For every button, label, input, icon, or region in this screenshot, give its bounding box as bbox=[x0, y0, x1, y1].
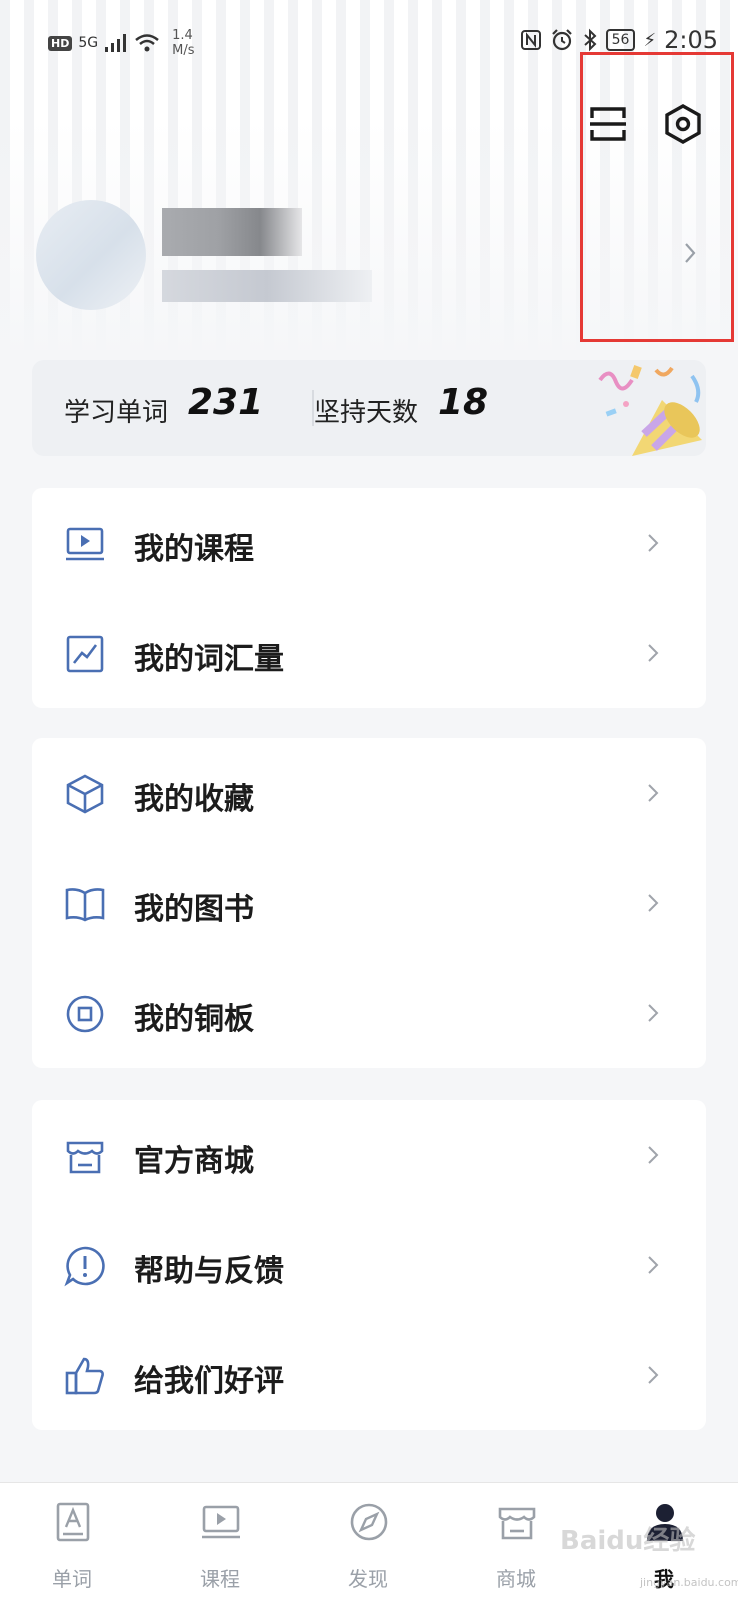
menu-item-my-favorites[interactable]: 我的收藏 bbox=[32, 738, 706, 848]
speed-unit: M/s bbox=[172, 43, 195, 58]
nav-label: 单词 bbox=[52, 1567, 92, 1591]
chevron-right-icon bbox=[648, 894, 659, 912]
menu-label: 我的课程 bbox=[134, 532, 254, 567]
charging-icon: ⚡ bbox=[643, 29, 657, 51]
watermark-text: Baidu经验 bbox=[560, 1526, 696, 1556]
menu-item-rate-us[interactable]: 给我们好评 bbox=[32, 1320, 706, 1430]
nav-label: 课程 bbox=[200, 1567, 240, 1591]
nav-tab-words[interactable]: 单词 bbox=[12, 1483, 132, 1600]
menu-label: 官方商城 bbox=[134, 1144, 254, 1179]
nav-label: 发现 bbox=[348, 1567, 388, 1591]
help-feedback-icon bbox=[64, 1246, 105, 1287]
nav-label: 商城 bbox=[496, 1567, 536, 1591]
network-speed: 1.4 M/s bbox=[172, 28, 194, 58]
network-label: 5G bbox=[78, 35, 99, 51]
menu-label: 我的收藏 bbox=[134, 782, 254, 817]
alarm-icon bbox=[551, 29, 572, 51]
menu-item-my-vocabulary[interactable]: 我的词汇量 bbox=[32, 598, 706, 708]
chart-trend-icon bbox=[66, 635, 104, 673]
menu-label: 我的铜板 bbox=[134, 1002, 254, 1037]
chevron-right-icon bbox=[648, 534, 659, 552]
battery-level: 56 bbox=[605, 29, 636, 51]
nav-tab-discover[interactable]: 发现 bbox=[308, 1483, 428, 1600]
menu-label: 我的词汇量 bbox=[134, 642, 284, 677]
party-popper-icon bbox=[598, 364, 702, 456]
store-icon bbox=[66, 1141, 104, 1174]
menu-card-collection: 我的收藏 我的图书 我的铜板 bbox=[32, 738, 706, 1068]
hd-badge: HD bbox=[48, 35, 73, 51]
words-learned-label: 学习单词 bbox=[64, 398, 169, 428]
video-lesson-icon bbox=[66, 527, 104, 561]
chevron-right-icon bbox=[648, 1146, 659, 1164]
menu-label: 给我们好评 bbox=[134, 1364, 284, 1399]
chevron-right-icon bbox=[648, 1256, 659, 1274]
store-icon bbox=[498, 1507, 536, 1540]
username-blurred bbox=[162, 208, 302, 256]
cell-signal-icon bbox=[105, 34, 127, 52]
profile-chevron-icon[interactable] bbox=[680, 238, 700, 268]
speed-value: 1.4 bbox=[172, 28, 193, 43]
menu-label: 帮助与反馈 bbox=[134, 1254, 284, 1289]
chevron-right-icon bbox=[648, 784, 659, 802]
annotation-highlight-box bbox=[580, 52, 734, 342]
menu-label: 我的图书 bbox=[134, 892, 254, 927]
chevron-right-icon bbox=[648, 1366, 659, 1384]
menu-item-official-store[interactable]: 官方商城 bbox=[32, 1100, 706, 1210]
avatar[interactable] bbox=[36, 200, 146, 310]
clock: 2:05 bbox=[664, 26, 718, 54]
chevron-right-icon bbox=[648, 1004, 659, 1022]
watermark-url: jingyan.baidu.com bbox=[640, 1576, 738, 1589]
compass-icon bbox=[350, 1503, 388, 1541]
nfc-icon bbox=[520, 30, 541, 50]
menu-item-my-courses[interactable]: 我的课程 bbox=[32, 488, 706, 598]
chevron-right-icon bbox=[648, 644, 659, 662]
menu-card-support: 官方商城 帮助与反馈 给我们好评 bbox=[32, 1100, 706, 1430]
book-icon bbox=[65, 888, 105, 922]
video-lesson-icon bbox=[202, 1505, 240, 1539]
thumbs-up-icon bbox=[65, 1357, 104, 1395]
user-subtitle-blurred bbox=[162, 270, 372, 302]
coin-icon bbox=[66, 995, 104, 1033]
word-card-icon bbox=[56, 1502, 90, 1542]
menu-item-my-books[interactable]: 我的图书 bbox=[32, 848, 706, 958]
nav-tab-courses[interactable]: 课程 bbox=[160, 1483, 280, 1600]
words-learned-value: 231 bbox=[188, 382, 264, 423]
menu-item-my-coins[interactable]: 我的铜板 bbox=[32, 958, 706, 1068]
streak-days-value: 18 bbox=[438, 382, 489, 423]
streak-days-label: 坚持天数 bbox=[314, 398, 419, 428]
bluetooth-icon bbox=[583, 28, 597, 52]
nav-tab-store[interactable]: 商城 bbox=[456, 1483, 576, 1600]
learning-stats-card: 学习单词 231 坚持天数 18 bbox=[32, 360, 706, 456]
menu-item-help-feedback[interactable]: 帮助与反馈 bbox=[32, 1210, 706, 1320]
menu-card-learning: 我的课程 我的词汇量 bbox=[32, 488, 706, 708]
wifi-icon bbox=[135, 34, 159, 52]
cube-icon bbox=[66, 774, 104, 814]
